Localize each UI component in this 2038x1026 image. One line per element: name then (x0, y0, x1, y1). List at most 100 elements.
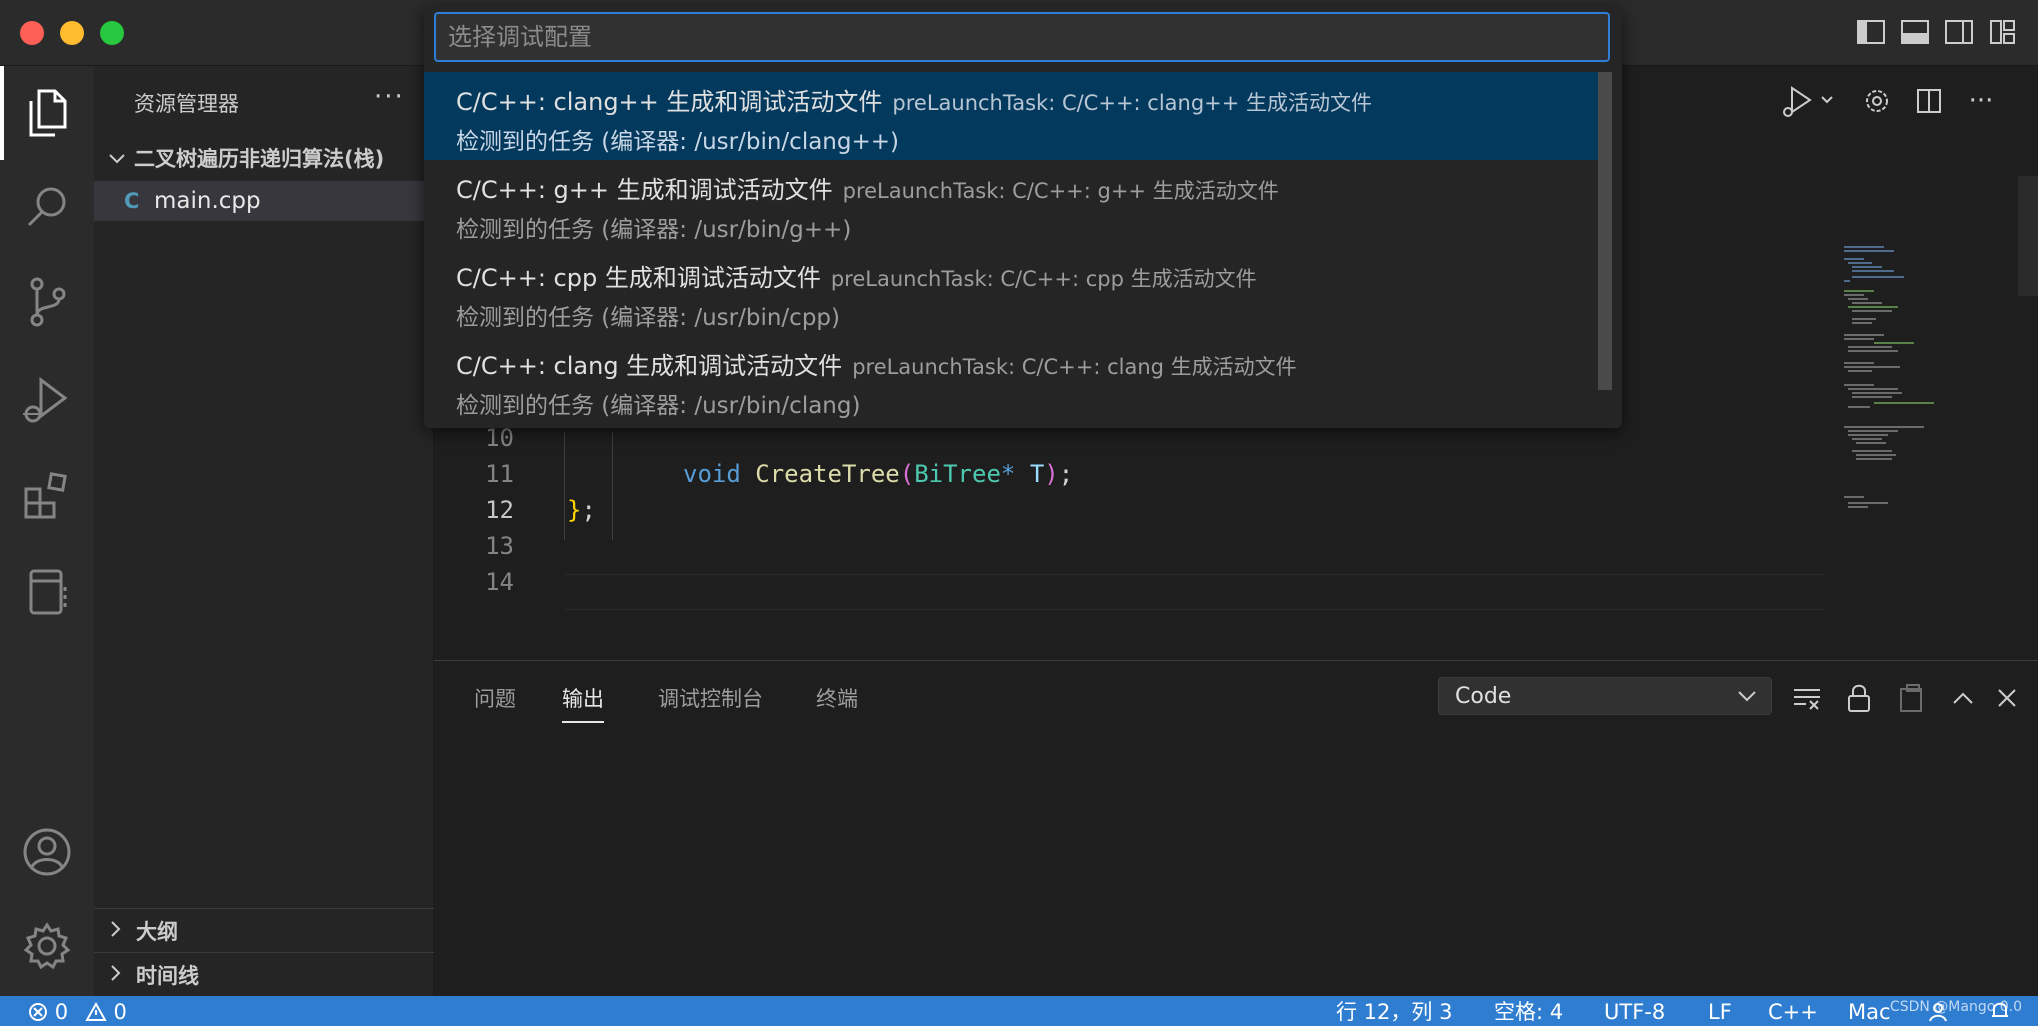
chevron-down-icon (1737, 687, 1757, 706)
code-token: ( (899, 460, 915, 488)
code-token: T (1029, 460, 1045, 488)
warning-icon (85, 1000, 114, 1024)
explorer-sidebar: 资源管理器 ··· 二叉树遍历非递归算法(栈) C main.cpp 大纲 时间… (94, 66, 434, 996)
line-number: 12 (485, 496, 514, 524)
watermark: CSDN @Mango 0.0 (1889, 999, 2022, 1015)
sidebar-title: 资源管理器 (134, 92, 239, 116)
item-label: C/C++: g++ 生成和调试活动文件 (456, 176, 833, 204)
tab-problems[interactable]: 问题 (474, 683, 516, 723)
code-token: ; (1058, 460, 1074, 488)
code-line[interactable]: 14 (434, 564, 1834, 600)
line-number: 13 (485, 532, 514, 560)
source-control-icon[interactable] (17, 272, 77, 332)
item-label: C/C++: clang++ 生成和调试活动文件 (456, 88, 883, 116)
editor-actions: ··· (1778, 66, 2038, 136)
tab-debug-console[interactable]: 调试控制台 (658, 683, 763, 723)
code-token: BiTree (914, 460, 1001, 488)
item-detail: 检测到的任务 (编译器: /usr/bin/clang) (456, 393, 861, 419)
file-name: main.cpp (154, 188, 261, 214)
extensions-icon[interactable] (17, 466, 77, 526)
lock-scroll-icon[interactable] (1842, 681, 1876, 715)
chevron-right-icon (110, 963, 130, 987)
bottom-panel: 问题 输出 调试控制台 终端 Code (434, 660, 2038, 996)
editor-scrollbar[interactable] (2018, 176, 2038, 296)
item-description: preLaunchTask: C/C++: clang++ 生成活动文件 (892, 91, 1373, 115)
item-description: preLaunchTask: C/C++: g++ 生成活动文件 (842, 179, 1279, 203)
file-row-main-cpp[interactable]: C main.cpp (94, 181, 434, 221)
cpp-file-icon: C (124, 189, 140, 213)
split-editor-icon[interactable] (1912, 84, 1946, 118)
warning-count: 0 (113, 1000, 127, 1024)
code-token: * (1000, 460, 1016, 488)
encoding[interactable]: UTF-8 (1604, 998, 1665, 1026)
window-close-button[interactable] (20, 21, 44, 45)
code-line[interactable]: 12}; (434, 492, 1834, 528)
item-label: C/C++: clang 生成和调试活动文件 (456, 352, 843, 380)
item-description: preLaunchTask: C/C++: cpp 生成活动文件 (830, 267, 1257, 291)
outline-label: 大纲 (136, 919, 178, 944)
explorer-icon[interactable] (17, 83, 77, 143)
tab-terminal[interactable]: 终端 (816, 683, 858, 723)
quick-pick-item[interactable]: C/C++: g++ 生成和调试活动文件 preLaunchTask: C/C++… (424, 160, 1610, 248)
manage-gear-icon[interactable] (17, 916, 77, 976)
quick-pick-item[interactable]: C/C++: clang 生成和调试活动文件 preLaunchTask: C/C… (424, 336, 1610, 424)
folder-row[interactable]: 二叉树遍历非递归算法(栈) (94, 138, 434, 178)
search-icon[interactable] (17, 176, 77, 236)
chevron-right-icon (110, 919, 130, 943)
code-text: void CreateTree(BiTree* T); (683, 456, 1073, 492)
end-of-line[interactable]: LF (1708, 998, 1732, 1026)
quick-pick-item[interactable]: C/C++: clang++ 生成和调试活动文件 preLaunchTask: C… (424, 72, 1610, 160)
code-line[interactable]: 13 (434, 528, 1834, 564)
output-channel-select[interactable]: Code (1438, 677, 1772, 715)
error-icon (28, 1000, 55, 1024)
maximize-panel-icon[interactable] (1946, 681, 1980, 715)
cursor-position[interactable]: 行 12，列 3 (1336, 998, 1452, 1026)
tab-output[interactable]: 输出 (562, 683, 604, 723)
status-bar: 0 0 行 12，列 3 空格: 4 UTF-8 LF C++ Mac CSDN… (0, 996, 2038, 1026)
problems-status[interactable]: 0 0 (28, 998, 127, 1026)
clear-output-icon[interactable] (1790, 681, 1824, 715)
platform[interactable]: Mac (1848, 998, 1891, 1026)
toggle-primary-sidebar-icon[interactable] (1856, 18, 1886, 46)
code-text: }; (567, 492, 596, 528)
language-mode[interactable]: C++ (1768, 998, 1818, 1026)
item-label: C/C++: cpp 生成和调试活动文件 (456, 264, 821, 292)
item-description: preLaunchTask: C/C++: clang 生成活动文件 (852, 355, 1297, 379)
window-maximize-button[interactable] (100, 21, 124, 45)
remote-explorer-icon[interactable] (17, 562, 77, 622)
timeline-section[interactable]: 时间线 (94, 952, 434, 996)
more-actions-button[interactable]: ··· (374, 82, 405, 112)
more-actions-icon[interactable]: ··· (1964, 84, 1998, 118)
settings-gear-icon[interactable] (1860, 84, 1894, 118)
close-panel-icon[interactable] (1990, 681, 2024, 715)
code-line[interactable]: 11 void CreateTree(BiTree* T); (434, 456, 1834, 492)
active-indicator (0, 66, 4, 160)
toggle-panel-icon[interactable] (1900, 18, 1930, 46)
timeline-label: 时间线 (136, 963, 199, 988)
run-debug-dropdown-button[interactable] (1778, 84, 1838, 118)
item-detail: 检测到的任务 (编译器: /usr/bin/clang++) (456, 129, 899, 155)
quick-pick-scrollbar[interactable] (1598, 72, 1612, 390)
item-detail: 检测到的任务 (编译器: /usr/bin/cpp) (456, 305, 840, 331)
window-minimize-button[interactable] (60, 21, 84, 45)
output-channel-value: Code (1455, 683, 1512, 709)
run-and-debug-icon[interactable] (17, 370, 77, 430)
item-detail: 检测到的任务 (编译器: /usr/bin/g++) (456, 217, 852, 243)
code-token: ; (581, 496, 596, 524)
chevron-down-icon (108, 146, 128, 170)
accounts-icon[interactable] (17, 822, 77, 882)
indentation[interactable]: 空格: 4 (1494, 998, 1563, 1026)
toggle-secondary-sidebar-icon[interactable] (1944, 18, 1974, 46)
quick-pick-item[interactable]: C/C++: cpp 生成和调试活动文件 preLaunchTask: C/C++… (424, 248, 1610, 336)
customize-layout-icon[interactable] (1988, 18, 2018, 46)
folder-name: 二叉树遍历非递归算法(栈) (134, 147, 385, 171)
outline-section[interactable]: 大纲 (94, 908, 434, 952)
quick-pick-input[interactable] (434, 12, 1610, 62)
line-number: 11 (485, 460, 514, 488)
debug-config-quick-pick: C/C++: clang++ 生成和调试活动文件 preLaunchTask: C… (424, 6, 1622, 428)
error-count: 0 (54, 1000, 69, 1024)
minimap[interactable] (1834, 166, 2034, 586)
open-in-editor-icon[interactable] (1894, 681, 1928, 715)
